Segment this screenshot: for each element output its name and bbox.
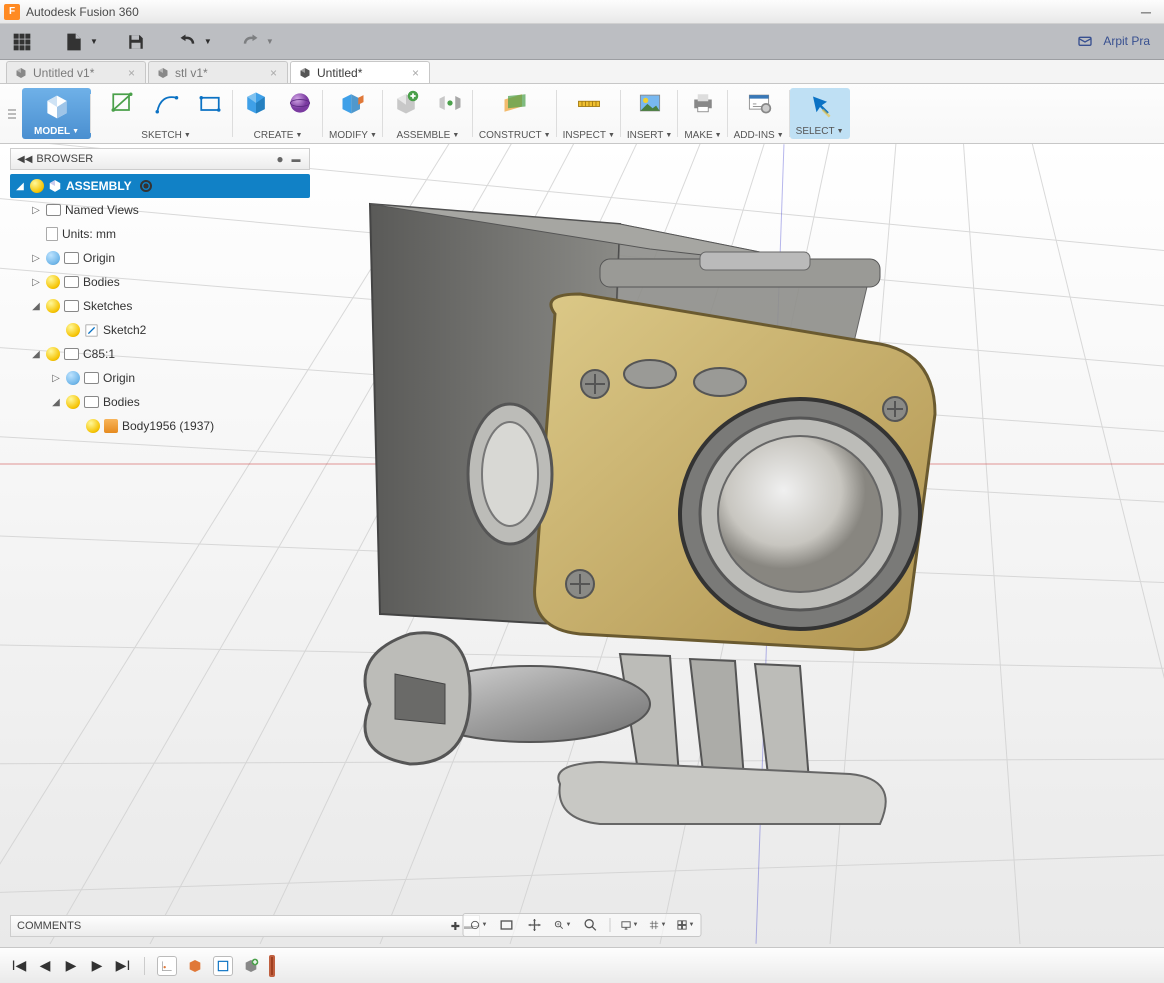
user-label[interactable]: Arpit Pra [1077, 34, 1156, 50]
doc-tab-0[interactable]: Untitled v1*× [6, 61, 146, 83]
tree-c85[interactable]: ◢C85:1 [10, 342, 310, 366]
timeline-start-icon[interactable]: I◀ [10, 957, 28, 975]
timeline-playhead[interactable] [269, 955, 275, 977]
timeline-feature-insert-icon[interactable] [241, 956, 261, 976]
ribbon-addins[interactable]: ADD-INS▼ [728, 84, 790, 143]
doc-tab-1[interactable]: stl v1*× [148, 61, 288, 83]
data-panel-button[interactable] [8, 28, 36, 56]
model-gopro[interactable] [365, 204, 935, 824]
browser-panel: ◀◀ BROWSER ● ▬ ◢ ASSEMBLY ▷Named Views ▷… [10, 148, 310, 438]
chevron-left-icon[interactable]: ◀◀ [17, 154, 32, 165]
assemble-joint-icon[interactable] [433, 88, 467, 118]
sketch-create-icon[interactable] [105, 88, 139, 118]
ribbon-drag-handle[interactable] [8, 84, 22, 143]
addins-icon[interactable] [742, 88, 776, 118]
ribbon-sketch[interactable]: SKETCH▼ [99, 84, 233, 143]
grid-settings-icon[interactable]: ▼ [649, 916, 667, 934]
activate-radio-icon[interactable] [140, 180, 152, 192]
document-tabs: Untitled v1*× stl v1*× Untitled*× [0, 60, 1164, 84]
ribbon-make[interactable]: MAKE▼ [678, 84, 727, 143]
browser-minimize-icon[interactable]: ● [273, 152, 287, 166]
file-button[interactable] [60, 28, 88, 56]
ribbon-modify[interactable]: MODIFY▼ [323, 84, 383, 143]
quick-access-toolbar: ▼ ▼ ▼ Arpit Pra [0, 24, 1164, 60]
tree-named-views[interactable]: ▷Named Views [10, 198, 310, 222]
browser-header[interactable]: ◀◀ BROWSER ● ▬ [10, 148, 310, 170]
ribbon-insert[interactable]: INSERT▼ [621, 84, 678, 143]
browser-title: BROWSER [36, 153, 93, 165]
close-icon[interactable]: × [128, 66, 135, 80]
timeline-play-icon[interactable]: ▶ [62, 957, 80, 975]
tree-root-assembly[interactable]: ◢ ASSEMBLY [10, 174, 310, 198]
assemble-new-icon[interactable] [389, 88, 423, 118]
inspect-measure-icon[interactable] [572, 88, 606, 118]
close-icon[interactable]: × [412, 66, 419, 80]
ribbon-select[interactable]: SELECT▼ [790, 88, 850, 139]
timeline-back-icon[interactable]: ◀ [36, 957, 54, 975]
make-print-icon[interactable] [686, 88, 720, 118]
ribbon-create[interactable]: CREATE▼ [233, 84, 323, 143]
create-box-icon[interactable] [239, 88, 273, 118]
workspace-switcher[interactable]: MODEL▼ [22, 88, 91, 139]
create-sphere-icon[interactable] [283, 88, 317, 118]
timeline-feature-sketch2-icon[interactable] [213, 956, 233, 976]
sketch-rect-icon[interactable] [193, 88, 227, 118]
doc-tab-2[interactable]: Untitled*× [290, 61, 430, 83]
look-at-icon[interactable] [498, 916, 516, 934]
tree-bodies2[interactable]: ◢Bodies [10, 390, 310, 414]
viewport[interactable]: ◀◀ BROWSER ● ▬ ◢ ASSEMBLY ▷Named Views ▷… [0, 144, 1164, 947]
undo-dropdown-icon[interactable]: ▼ [204, 37, 212, 46]
timeline-end-icon[interactable]: ▶I [114, 957, 132, 975]
construct-plane-icon[interactable] [498, 88, 532, 118]
tree-bodies[interactable]: ▷Bodies [10, 270, 310, 294]
redo-dropdown-icon[interactable]: ▼ [266, 37, 274, 46]
title-bar: F Autodesk Fusion 360 ─ [0, 0, 1164, 24]
navigation-bar: ▼ ▼ ▼ ▼ ▼ [463, 913, 702, 937]
app-title: Autodesk Fusion 360 [26, 5, 139, 19]
zoom-icon[interactable]: ▼ [554, 916, 572, 934]
orbit-icon[interactable]: ▼ [470, 916, 488, 934]
modify-icon[interactable] [336, 88, 370, 118]
ribbon-assemble[interactable]: ASSEMBLE▼ [383, 84, 473, 143]
save-button[interactable] [122, 28, 150, 56]
tree-sketches[interactable]: ◢Sketches [10, 294, 310, 318]
ribbon: MODEL▼ SKETCH▼ CREATE▼ MODIFY▼ ASSEMBLE▼… [0, 84, 1164, 144]
timeline-feature-extrude-icon[interactable] [185, 956, 205, 976]
redo-button[interactable] [236, 28, 264, 56]
undo-button[interactable] [174, 28, 202, 56]
browser-tree: ◢ ASSEMBLY ▷Named Views ▷Units: mm ▷Orig… [10, 170, 310, 438]
ribbon-construct[interactable]: CONSTRUCT▼ [473, 84, 557, 143]
tree-units[interactable]: ▷Units: mm [10, 222, 310, 246]
ribbon-inspect[interactable]: INSPECT▼ [557, 84, 621, 143]
timeline-feature-sketch-icon[interactable] [157, 956, 177, 976]
tree-origin[interactable]: ▷Origin [10, 246, 310, 270]
fit-icon[interactable] [582, 916, 600, 934]
comments-add-icon[interactable]: ✚ [451, 920, 460, 933]
comments-panel-header[interactable]: COMMENTS ✚ ▬ [10, 915, 480, 937]
pan-icon[interactable] [526, 916, 544, 934]
tree-sketch2[interactable]: ▷ Sketch2 [10, 318, 310, 342]
select-icon[interactable] [803, 92, 837, 122]
viewport-layout-icon[interactable]: ▼ [677, 916, 695, 934]
comments-title: COMMENTS [17, 920, 81, 932]
minimize-button[interactable]: ─ [1132, 2, 1160, 22]
app-icon: F [4, 4, 20, 20]
timeline: I◀ ◀ ▶ ▶ ▶I [0, 947, 1164, 983]
close-icon[interactable]: × [270, 66, 277, 80]
file-dropdown-icon[interactable]: ▼ [90, 37, 98, 46]
timeline-fwd-icon[interactable]: ▶ [88, 957, 106, 975]
insert-decal-icon[interactable] [633, 88, 667, 118]
browser-close-icon[interactable]: ▬ [289, 152, 303, 166]
tree-origin2[interactable]: ▷Origin [10, 366, 310, 390]
display-settings-icon[interactable]: ▼ [621, 916, 639, 934]
tree-body1956[interactable]: ▷Body1956 (1937) [10, 414, 310, 438]
sketch-line-icon[interactable] [149, 88, 183, 118]
